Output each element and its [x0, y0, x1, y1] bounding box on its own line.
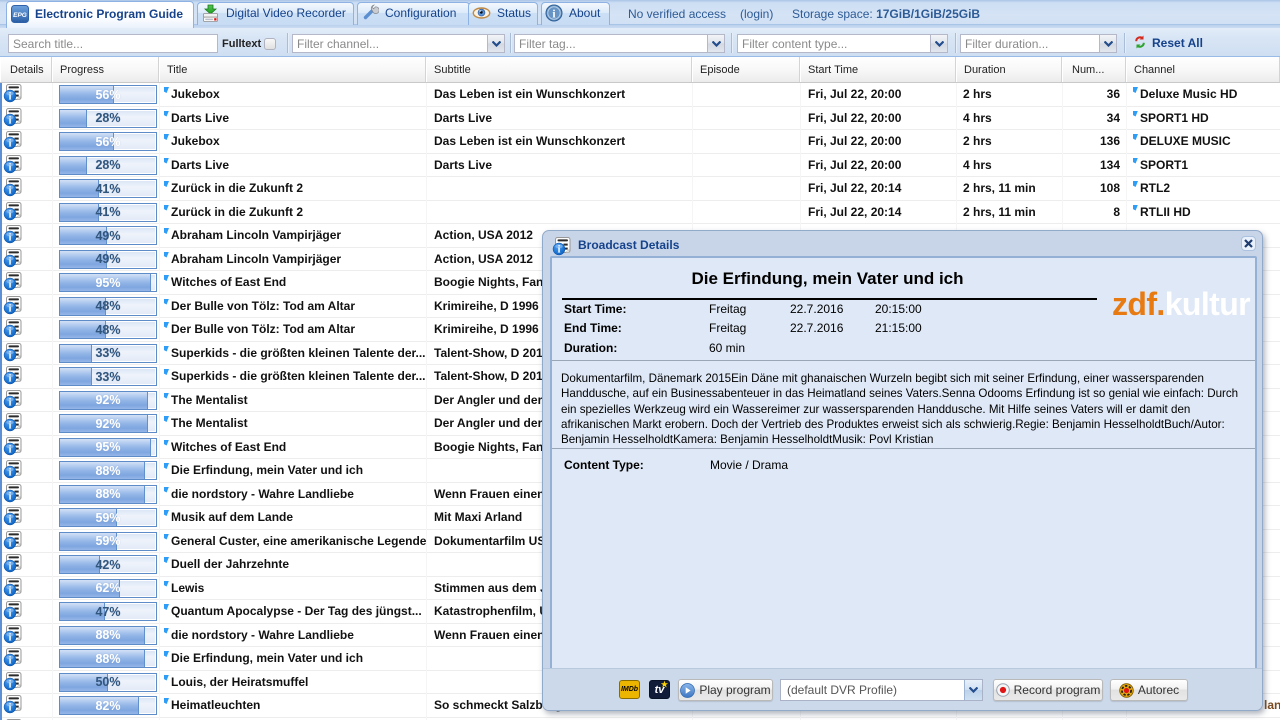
svg-text:i: i: [9, 467, 12, 478]
svg-text:EPG: EPG: [13, 12, 27, 19]
svg-text:i: i: [9, 608, 12, 619]
svg-text:i: i: [9, 138, 12, 149]
svg-text:i: i: [558, 244, 561, 255]
svg-text:i: i: [9, 209, 12, 220]
svg-text:i: i: [9, 655, 12, 666]
svg-text:i: i: [9, 350, 12, 361]
svg-text:i: i: [9, 91, 12, 102]
svg-text:i: i: [9, 561, 12, 572]
svg-text:i: i: [9, 115, 12, 126]
svg-text:i: i: [9, 162, 12, 173]
svg-text:i: i: [9, 420, 12, 431]
svg-text:i: i: [9, 373, 12, 384]
svg-text:i: i: [9, 679, 12, 690]
svg-text:i: i: [9, 585, 12, 596]
svg-text:i: i: [9, 444, 12, 455]
svg-text:i: i: [9, 326, 12, 337]
svg-text:i: i: [9, 279, 12, 290]
svg-text:i: i: [9, 397, 12, 408]
svg-text:i: i: [9, 491, 12, 502]
svg-text:i: i: [9, 232, 12, 243]
svg-text:i: i: [9, 514, 12, 525]
svg-text:i: i: [9, 185, 12, 196]
svg-text:i: i: [9, 303, 12, 314]
svg-text:i: i: [9, 256, 12, 267]
svg-text:i: i: [9, 702, 12, 713]
svg-text:i: i: [9, 632, 12, 643]
svg-text:i: i: [9, 538, 12, 549]
